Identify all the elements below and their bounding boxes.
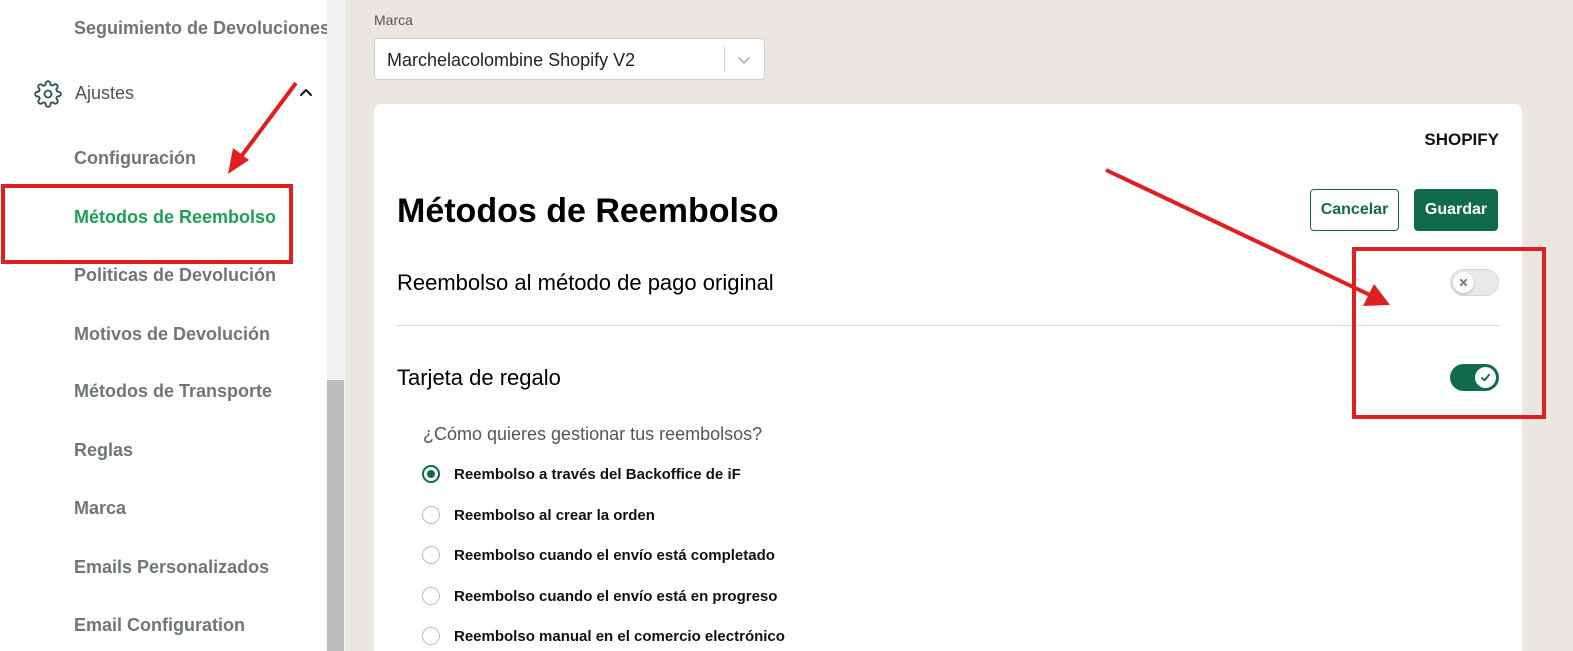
refund-methods-card: SHOPIFY Métodos de Reembolso Cancelar Gu… bbox=[374, 104, 1522, 651]
toggle-knob bbox=[1453, 272, 1474, 293]
gift-card-toggle[interactable] bbox=[1450, 364, 1499, 391]
sidebar-item-brand[interactable]: Marca bbox=[74, 498, 126, 519]
sidebar-item-email-configuration[interactable]: Email Configuration bbox=[74, 615, 245, 636]
refund-option-shipment-completed[interactable]: Reembolso cuando el envío está completad… bbox=[422, 545, 1022, 567]
brand-select-value: Marchelacolombine Shopify V2 bbox=[387, 50, 636, 70]
chevron-up-icon[interactable] bbox=[298, 84, 314, 100]
select-separator bbox=[724, 47, 725, 72]
refund-option-manual-ecommerce[interactable]: Reembolso manual en el comercio electrón… bbox=[422, 626, 1022, 648]
sidebar-section-settings[interactable]: Ajustes bbox=[34, 78, 324, 108]
sidebar-item-custom-emails[interactable]: Emails Personalizados bbox=[74, 557, 269, 578]
refund-option-label: Reembolso manual en el comercio electrón… bbox=[454, 628, 785, 645]
gift-card-label: Tarjeta de regalo bbox=[397, 365, 561, 390]
refund-option-label: Reembolso a través del Backoffice de iF bbox=[454, 466, 741, 483]
page-title: Métodos de Reembolso bbox=[397, 192, 779, 230]
section-divider bbox=[397, 325, 1500, 326]
platform-badge: SHOPIFY bbox=[1424, 130, 1499, 149]
brand-label: Marca bbox=[374, 12, 413, 28]
brand-select[interactable]: Marchelacolombine Shopify V2 bbox=[374, 38, 765, 80]
refund-option-label: Reembolso cuando el envío está en progre… bbox=[454, 588, 778, 605]
radio-button[interactable] bbox=[422, 627, 440, 645]
sidebar-item-shipping-methods[interactable]: Métodos de Transporte bbox=[74, 381, 272, 402]
original-payment-label: Reembolso al método de pago original bbox=[397, 270, 774, 295]
refund-option-shipment-in-progress[interactable]: Reembolso cuando el envío está en progre… bbox=[422, 586, 1022, 608]
sidebar-item-return-tracking[interactable]: Seguimiento de Devoluciones bbox=[74, 18, 330, 39]
check-icon bbox=[1480, 373, 1491, 382]
refund-option-label: Reembolso cuando el envío está completad… bbox=[454, 547, 775, 564]
sidebar: Seguimiento de Devoluciones Ajustes Conf… bbox=[0, 0, 330, 651]
chevron-down-icon[interactable] bbox=[737, 53, 751, 67]
cancel-button[interactable]: Cancelar bbox=[1310, 189, 1399, 231]
refund-option-label: Reembolso al crear la orden bbox=[454, 507, 655, 524]
original-payment-toggle[interactable] bbox=[1450, 269, 1499, 296]
refund-handling-question: ¿Cómo quieres gestionar tus reembolsos? bbox=[423, 424, 763, 444]
radio-button[interactable] bbox=[422, 465, 440, 483]
refund-option-backoffice[interactable]: Reembolso a través del Backoffice de iF bbox=[422, 464, 1022, 486]
sidebar-settings-label: Ajustes bbox=[75, 83, 135, 103]
refund-option-order-created[interactable]: Reembolso al crear la orden bbox=[422, 505, 1022, 527]
radio-button[interactable] bbox=[422, 546, 440, 564]
gear-icon bbox=[34, 80, 62, 108]
sidebar-item-return-policies[interactable]: Politicas de Devolución bbox=[74, 265, 276, 286]
sidebar-item-configuration[interactable]: Configuración bbox=[74, 148, 196, 169]
sidebar-item-rules[interactable]: Reglas bbox=[74, 440, 133, 461]
save-button[interactable]: Guardar bbox=[1414, 189, 1498, 231]
toggle-knob bbox=[1475, 367, 1496, 388]
sidebar-item-refund-methods[interactable]: Métodos de Reembolso bbox=[74, 207, 276, 228]
radio-button[interactable] bbox=[422, 587, 440, 605]
radio-button[interactable] bbox=[422, 506, 440, 524]
close-icon bbox=[1459, 278, 1468, 287]
sidebar-scrollbar-thumb[interactable] bbox=[327, 380, 344, 651]
sidebar-item-return-reasons[interactable]: Motivos de Devolución bbox=[74, 324, 270, 345]
